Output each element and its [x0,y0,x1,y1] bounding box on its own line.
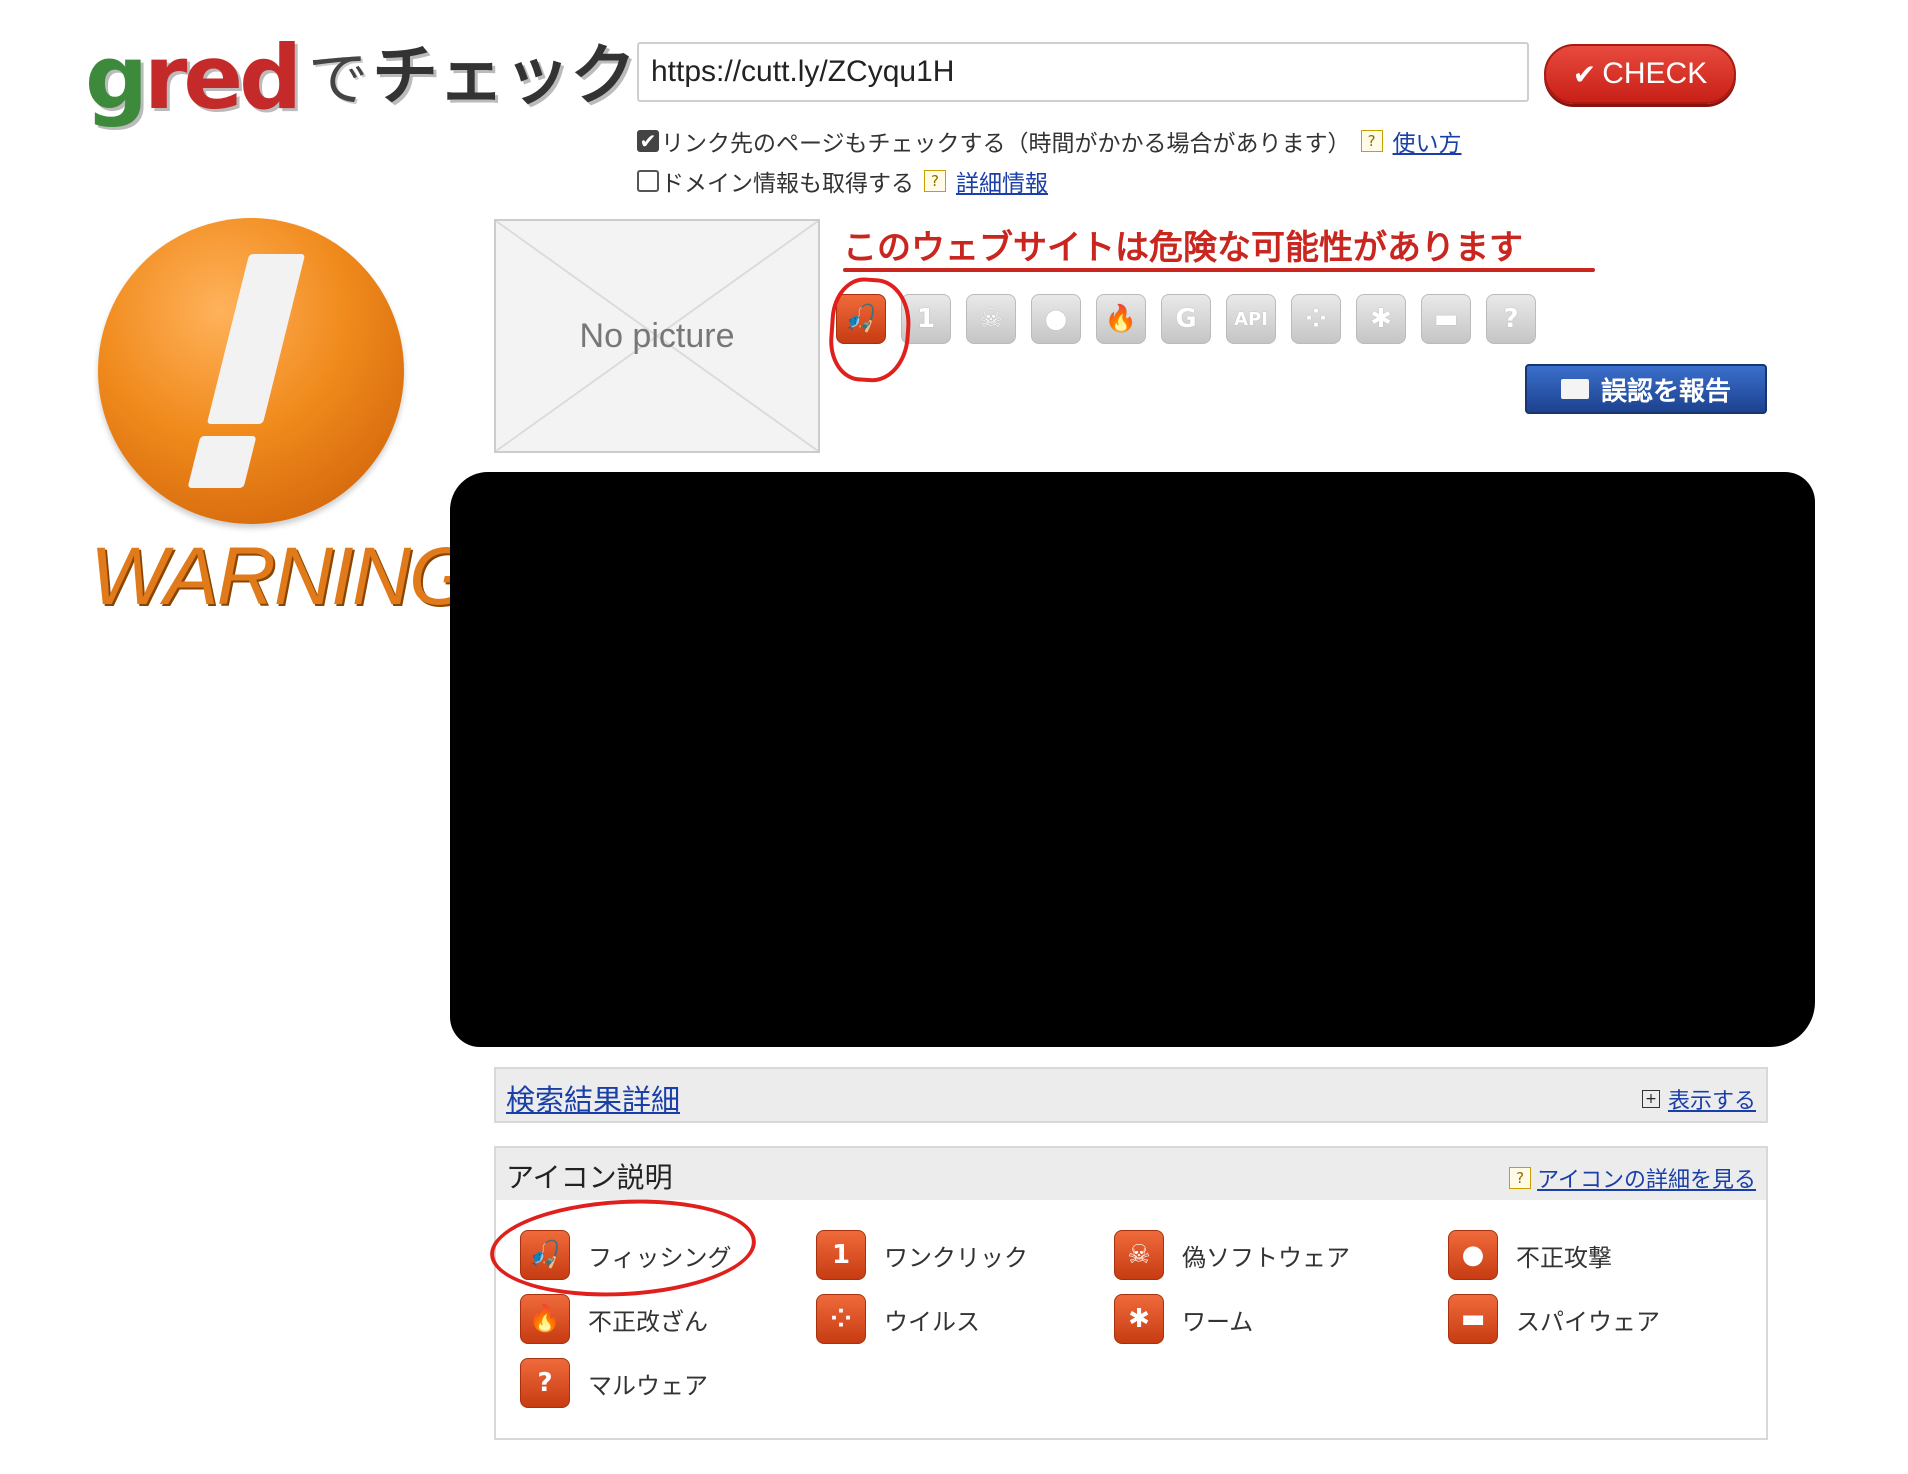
help-icon: ? [1509,1167,1532,1189]
link-check-option: ✔ リンク先のページもチェックする（時間がかかる場合があります） ? 使い方 [637,124,1462,158]
legend-item: ✱ ワーム [1114,1294,1253,1344]
legend-item: 🔥 不正改ざん [520,1294,708,1344]
legend-item: 1 ワンクリック [816,1230,1028,1280]
red-circle-annotation [826,275,914,385]
search-details-title[interactable]: 検索結果詳細 [506,1077,680,1119]
legend-item-label: スパイウェア [1516,1307,1660,1336]
legend-item-icon: ☠ [1114,1230,1164,1280]
url-input[interactable] [637,42,1529,102]
logo-check: チェック [372,37,637,114]
envelope-icon [1560,379,1589,399]
virus-icon: ⁘ [1291,294,1341,344]
legend-header: アイコン説明 ? アイコンの詳細を見る [496,1148,1766,1200]
warning-label: WARNING! [90,531,494,622]
g-icon: G [1161,294,1211,344]
icon-legend-panel: アイコン説明 ? アイコンの詳細を見る 🎣 フィッシング 1 ワンクリック ☠ 偽ソフトウ… [494,1146,1768,1440]
link-check-checkbox[interactable]: ✔ [637,130,659,152]
check-button[interactable]: ✔ CHECK [1544,44,1736,104]
logo-red: red [144,26,302,129]
gred-logo[interactable]: g red で チェック [85,26,636,129]
expand-plus-icon: + [1641,1090,1660,1108]
show-link[interactable]: 表示する [1668,1083,1756,1115]
fake-software-icon: ☠ [966,294,1016,344]
usage-link[interactable]: 使い方 [1393,124,1462,158]
link-check-label: リンク先のページもチェックする（時間がかかる場合があります） [661,131,1351,157]
legend-item-label: ワンクリック [884,1243,1028,1272]
spyware-icon: ▬ [1421,294,1471,344]
redacted-area [450,472,1815,1047]
legend-title: アイコン説明 [506,1161,673,1194]
legend-item: ? マルウェア [520,1358,708,1408]
legend-item-icon: ⁘ [816,1294,866,1344]
worm-icon: ✱ [1356,294,1406,344]
api-icon: API [1226,294,1276,344]
legend-item-label: マルウェア [588,1371,708,1400]
legend-item-label: 不正攻撃 [1516,1243,1612,1272]
legend-details[interactable]: ? アイコンの詳細を見る [1509,1162,1756,1194]
report-button-label: 誤認を報告 [1600,376,1731,407]
tampering-icon: 🔥 [1096,294,1146,344]
site-preview: No picture [494,219,820,453]
logo-de: で [308,45,369,115]
legend-details-link[interactable]: アイコンの詳細を見る [1537,1162,1756,1194]
threat-icons-row: 🎣 1 ☠ ● 🔥 G API ⁘ ✱ ▬? [836,294,1536,344]
check-button-label: CHECK [1602,57,1708,90]
domain-info-checkbox[interactable] [637,170,659,192]
check-mark-icon: ✔ [1572,58,1597,90]
legend-item: ☠ 偽ソフトウェア [1114,1230,1350,1280]
report-misdetection-button[interactable]: 誤認を報告 [1525,364,1767,414]
legend-item: ▬ スパイウェア [1448,1294,1660,1344]
logo-g: g [85,26,148,129]
legend-item: ⁘ ウイルス [816,1294,980,1344]
help-icon[interactable]: ? [1360,130,1383,152]
legend-item: ● 不正攻撃 [1448,1230,1612,1280]
legend-item-icon: ● [1448,1230,1498,1280]
legend-item-icon: ✱ [1114,1294,1164,1344]
attack-icon: ● [1031,294,1081,344]
legend-item-icon: ▬ [1448,1294,1498,1344]
domain-info-label: ドメイン情報も取得する [661,171,914,197]
legend-item-label: ウイルス [884,1307,980,1336]
legend-item-icon: 🔥 [520,1294,570,1344]
warning-exclamation-icon [98,218,404,524]
help-icon[interactable]: ? [924,170,946,192]
legend-item-icon: ? [520,1358,570,1408]
legend-item-icon: 1 [816,1230,866,1280]
search-details-panel: 検索結果詳細 + 表示する [494,1067,1768,1123]
headline-underline [843,268,1595,272]
danger-headline: このウェブサイトは危険な可能性があります [843,228,1523,268]
no-picture-label: No picture [579,316,735,355]
domain-info-option: ドメイン情報も取得する ? 詳細情報 [637,164,1048,198]
legend-item-label: ワーム [1182,1307,1254,1336]
show-toggle[interactable]: + 表示する [1641,1083,1756,1115]
legend-item-label: 不正改ざん [588,1307,708,1336]
legend-item-label: 偽ソフトウェア [1182,1243,1350,1272]
details-link[interactable]: 詳細情報 [956,164,1048,198]
malware-icon: ? [1486,294,1536,344]
